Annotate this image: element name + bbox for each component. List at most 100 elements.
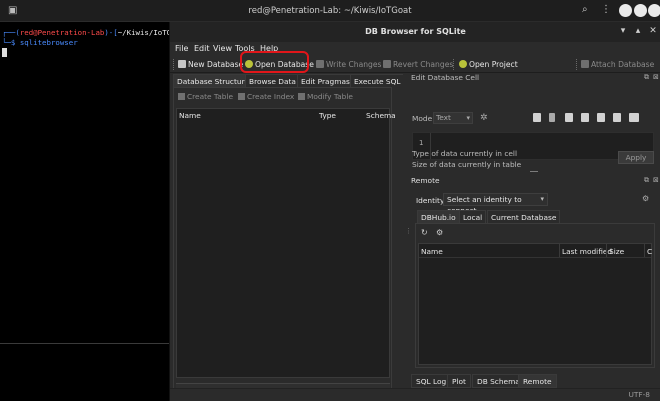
menu-icon[interactable]: ⋮ — [601, 4, 611, 15]
prompt-user: red@Penetration-Lab — [19, 28, 105, 37]
column-header-schema[interactable]: Schema — [366, 111, 396, 120]
tab-browse-data[interactable]: Browse Data — [245, 74, 300, 87]
chevron-down-icon: ▾ — [466, 114, 470, 122]
column-header-name[interactable]: Name — [421, 247, 443, 256]
print-icon[interactable] — [629, 113, 639, 122]
create-table-label: Create Table — [187, 92, 234, 101]
main-toolbar: New Database Open Database Write Changes… — [170, 51, 660, 73]
modify-table-label: Modify Table — [307, 92, 353, 101]
terminal-title: red@Penetration-Lab: ~/Kiwis/IoTGoat — [248, 6, 412, 16]
export-icon[interactable] — [565, 113, 573, 122]
tab-current-database[interactable]: Current Database — [487, 210, 561, 223]
prompt-line2: └─$ — [2, 38, 20, 47]
minimize-button[interactable] — [619, 4, 632, 17]
null-icon[interactable] — [549, 113, 555, 122]
identity-label: Identity — [416, 196, 445, 205]
word-wrap-icon[interactable] — [597, 113, 605, 122]
tab-execute-sql[interactable]: Execute SQL — [350, 74, 405, 87]
structure-panel: Create Table Create Index Modify Table N… — [173, 87, 396, 397]
toolbar-grip[interactable] — [173, 59, 175, 70]
pane-splitter[interactable] — [403, 74, 406, 401]
new-database-button[interactable]: New Database — [178, 58, 243, 71]
tab-plot[interactable]: Plot — [447, 374, 471, 388]
identity-settings-icon[interactable]: ⚙ — [642, 194, 649, 203]
auto-format-icon[interactable] — [613, 113, 621, 122]
tab-database-structure[interactable]: Database Structure — [173, 74, 253, 87]
window-close-button[interactable]: ✕ — [648, 26, 658, 36]
modify-table-icon — [298, 93, 305, 100]
revert-changes-icon — [383, 60, 391, 68]
write-changes-label: Write Changes — [326, 60, 382, 69]
open-project-button[interactable]: Open Project — [459, 58, 518, 71]
cell-size-info: Size of data currently in table — [412, 160, 522, 169]
write-changes-button[interactable]: Write Changes — [316, 58, 382, 71]
menu-view[interactable]: View — [213, 44, 232, 53]
cell-type-info: Type of data currently in cell — [412, 149, 518, 158]
create-index-label: Create Index — [247, 92, 295, 101]
header-line — [419, 257, 651, 258]
attach-database-button[interactable]: Attach Database — [581, 58, 654, 71]
refresh-icon[interactable]: ↻ — [421, 228, 428, 237]
window-minimize-button[interactable]: ▾ — [618, 26, 628, 36]
db-titlebar[interactable]: DB Browser for SQLite ▾ ▴ ✕ — [170, 22, 660, 42]
revert-changes-button[interactable]: Revert Changes — [383, 58, 453, 71]
toolbar-grip[interactable] — [576, 59, 578, 70]
maximize-button[interactable] — [634, 4, 647, 17]
create-table-button[interactable]: Create Table — [178, 92, 233, 101]
tab-sql-log[interactable]: SQL Log — [411, 374, 452, 388]
column-header-name[interactable]: Name — [179, 111, 201, 120]
write-changes-icon — [316, 60, 324, 68]
resize-handle[interactable] — [530, 171, 538, 172]
column-header-size[interactable]: Size — [609, 247, 624, 256]
attach-database-icon — [581, 60, 589, 68]
column-separator — [606, 244, 607, 257]
column-header-last-modified[interactable]: Last modified — [562, 247, 612, 256]
modify-table-button[interactable]: Modify Table — [298, 92, 353, 101]
close-button[interactable] — [648, 4, 660, 17]
open-database-highlight — [240, 51, 309, 73]
tab-remote[interactable]: Remote — [518, 374, 557, 388]
settings-gear-icon[interactable]: ✲ — [480, 113, 488, 123]
dock-close-icon[interactable]: ⊠ — [653, 73, 659, 81]
toolbar-grip[interactable] — [453, 59, 455, 70]
terminal-output[interactable]: ┌──(red@Penetration-Lab)-[~/Kiwis/IoTGoa… — [2, 28, 189, 59]
create-index-button[interactable]: Create Index — [238, 92, 294, 101]
chevron-down-icon: ▾ — [540, 195, 544, 203]
attach-database-label: Attach Database — [591, 60, 655, 69]
line-number: 1 — [419, 139, 424, 147]
column-header-type[interactable]: Type — [319, 111, 336, 120]
db-browser-window: DB Browser for SQLite ▾ ▴ ✕ File Edit Vi… — [169, 22, 660, 401]
mode-select[interactable]: Text ▾ — [433, 112, 473, 124]
create-table-icon — [178, 93, 185, 100]
terminal-cursor — [2, 48, 7, 57]
dock-float-icon[interactable]: ⧉ — [644, 73, 649, 82]
menu-file[interactable]: File — [175, 44, 188, 53]
tab-dbhub[interactable]: DBHub.io — [417, 210, 460, 223]
splitter-handle-icon[interactable]: ⋮ — [405, 227, 412, 235]
apply-button[interactable]: Apply — [618, 151, 654, 164]
search-icon[interactable]: ⌕ — [582, 4, 588, 15]
menu-edit[interactable]: Edit — [194, 44, 210, 53]
tab-local[interactable]: Local — [459, 210, 487, 223]
remote-table[interactable]: Name Last modified Size C — [418, 243, 652, 365]
copy-icon[interactable] — [581, 113, 589, 122]
edit-cell-title: Edit Database Cell — [411, 73, 480, 82]
remote-title: Remote — [411, 176, 440, 185]
column-separator — [644, 244, 645, 257]
terminal-divider — [0, 343, 170, 344]
schema-tree[interactable]: Name Type Schema — [176, 108, 396, 378]
prompt-prefix: ┌──( — [2, 28, 20, 37]
clone-icon[interactable]: ⚙ — [436, 228, 443, 237]
import-icon[interactable] — [533, 113, 541, 122]
remote-float-icon[interactable]: ⧉ — [644, 176, 649, 185]
remote-close-icon[interactable]: ⊠ — [653, 176, 659, 184]
main-tab-area: Database Structure Browse Data Edit Prag… — [170, 74, 405, 401]
tab-db-schema[interactable]: DB Schema — [472, 374, 525, 388]
column-header-c[interactable]: C — [647, 247, 652, 256]
tab-edit-pragmas[interactable]: Edit Pragmas — [297, 74, 354, 87]
identity-select[interactable]: Select an identity to connect ▾ — [443, 193, 548, 215]
window-maximize-button[interactable]: ▴ — [633, 26, 643, 36]
new-database-label: New Database — [188, 60, 244, 69]
mode-value: Text — [436, 113, 451, 122]
open-project-icon — [459, 60, 467, 68]
